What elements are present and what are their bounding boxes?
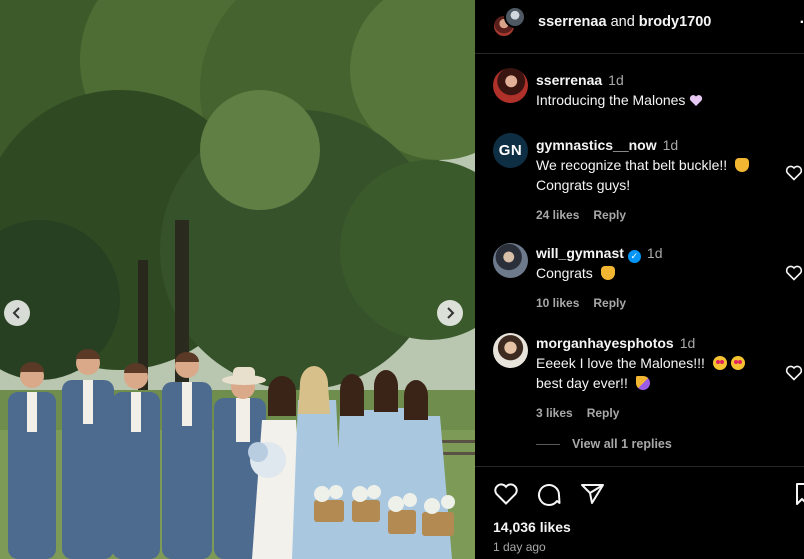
- post-authors: sserrenaa and brody1700: [538, 14, 711, 30]
- view-replies-button[interactable]: View all 1 replies: [536, 437, 672, 451]
- previous-photo-button[interactable]: [4, 300, 30, 326]
- more-dots-icon[interactable]: ·: [800, 14, 804, 32]
- like-heart-icon[interactable]: [493, 482, 519, 506]
- reply-button[interactable]: Reply: [593, 208, 626, 222]
- avatar[interactable]: GN: [493, 133, 528, 168]
- comment-username[interactable]: morganhayesphotos: [536, 335, 674, 351]
- avatar[interactable]: [493, 243, 528, 278]
- star-struck-emoji-icon: [712, 356, 727, 370]
- raising-hands-emoji-icon: [600, 266, 615, 280]
- comment-time: 1d: [662, 137, 679, 153]
- like-comment-heart-icon[interactable]: [785, 365, 803, 381]
- author-joiner: and: [610, 14, 635, 30]
- like-comment-heart-icon[interactable]: [785, 265, 803, 281]
- view-replies-label: View all 1 replies: [572, 437, 672, 451]
- comment-meta: 3 likes Reply: [536, 403, 776, 423]
- caption-username[interactable]: sserrenaa: [536, 72, 602, 88]
- comment-likes[interactable]: 3 likes: [536, 406, 573, 420]
- post-like-count[interactable]: 14,036 likes: [493, 519, 571, 535]
- comment-likes[interactable]: 10 likes: [536, 296, 579, 310]
- divider-line: [536, 444, 560, 446]
- post-date: 1 day ago: [493, 540, 546, 554]
- post-header: sserrenaa and brody1700 ·: [475, 0, 804, 54]
- comment-meta: 24 likes Reply: [536, 205, 776, 225]
- comment-likes[interactable]: 24 likes: [536, 208, 579, 222]
- comment-text-line: We recognize that belt buckle!!: [536, 157, 728, 173]
- share-send-icon[interactable]: [580, 482, 606, 506]
- comment-text-line: Congrats guys!: [536, 177, 631, 193]
- post-details-pane: sserrenaa and brody1700 · sserrenaa 1d In…: [475, 0, 804, 559]
- save-bookmark-icon[interactable]: [795, 482, 804, 506]
- avatar-text: GN: [498, 142, 523, 159]
- comment-bubble-icon[interactable]: [536, 482, 562, 506]
- clapping-hands-emoji-icon: [735, 158, 750, 172]
- verified-badge-icon: ✓: [627, 250, 641, 263]
- collab-avatars[interactable]: [492, 6, 526, 40]
- comment-time: 1d: [679, 335, 696, 351]
- caption-text: Introducing the Malones: [536, 92, 686, 108]
- comment-meta: 10 likes Reply: [536, 293, 776, 313]
- author-link-1[interactable]: sserrenaa: [538, 14, 607, 30]
- comment-username[interactable]: will_gymnast: [536, 245, 624, 261]
- reply-button[interactable]: Reply: [593, 296, 626, 310]
- next-photo-button[interactable]: [437, 300, 463, 326]
- like-comment-heart-icon[interactable]: [785, 165, 803, 181]
- party-popper-emoji-icon: [635, 376, 650, 390]
- post-actions-footer: 14,036 likes 1 day ago: [475, 466, 804, 559]
- comment-time: 1d: [646, 245, 663, 261]
- purple-heart-emoji-icon: [689, 92, 703, 106]
- chevron-left-icon: [12, 307, 20, 319]
- avatar-brody1700[interactable]: [504, 6, 526, 28]
- reply-button[interactable]: Reply: [587, 406, 620, 420]
- comment-username[interactable]: gymnastics__now: [536, 137, 657, 153]
- caption-time: 1d: [608, 72, 624, 88]
- post-photo[interactable]: [0, 0, 475, 559]
- chevron-right-icon: [447, 307, 455, 319]
- comment-text-line: best day ever!!: [536, 375, 628, 391]
- comment-text-line: Eeeek I love the Malones!!!: [536, 355, 705, 371]
- star-struck-emoji-icon: [730, 356, 745, 370]
- avatar[interactable]: [493, 68, 528, 103]
- comment-text-line: Congrats: [536, 265, 593, 281]
- author-link-2[interactable]: brody1700: [639, 14, 712, 30]
- avatar[interactable]: [493, 333, 528, 368]
- wedding-party-image: [0, 0, 475, 559]
